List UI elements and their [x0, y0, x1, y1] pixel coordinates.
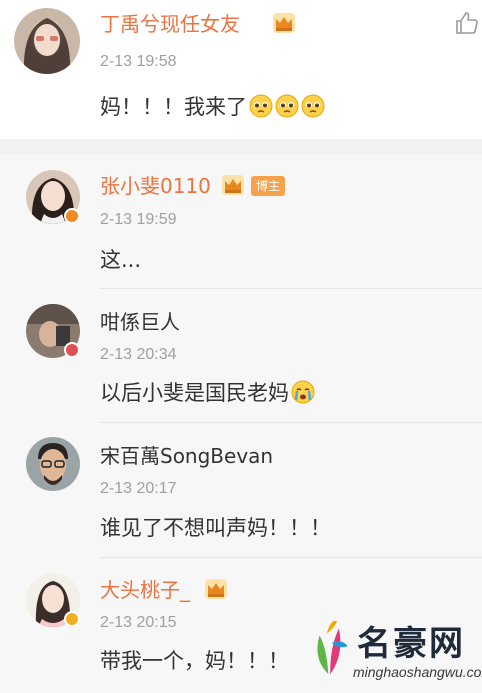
comment-text: 这...	[100, 248, 142, 272]
avatar[interactable]	[14, 8, 80, 74]
leaf-logo-icon	[317, 620, 348, 675]
avatar-image	[14, 8, 80, 74]
pleading-face-emoji	[275, 94, 299, 118]
comment-text: 以后小斐是国民老妈	[100, 380, 315, 406]
site-watermark: 名豪网 minghaoshangwu.com	[305, 612, 482, 690]
timestamp: 2-13 20:15	[100, 614, 177, 631]
avatar-image	[26, 437, 80, 491]
timestamp: 2-13 20:34	[100, 346, 177, 363]
pleading-face-emoji	[301, 94, 325, 118]
crown-icon	[222, 175, 244, 195]
crown-icon	[205, 579, 227, 599]
comment-text: 谁见了不想叫声妈！！！	[100, 516, 331, 540]
username[interactable]: 大头桃子_	[100, 578, 190, 602]
username[interactable]: 宋百萬SongBevan	[100, 444, 273, 468]
comment-text-content: 妈！！！我来了	[100, 95, 247, 119]
verified-badge-icon	[64, 611, 80, 627]
crying-face-emoji	[291, 380, 315, 404]
avatar[interactable]	[26, 437, 80, 491]
username[interactable]: 咁係巨人	[100, 310, 180, 334]
watermark-url: minghaoshangwu.com	[353, 664, 482, 680]
divider	[100, 288, 482, 289]
reply-area-top-border	[0, 139, 482, 155]
username[interactable]: 丁禹兮现任女友	[100, 12, 240, 36]
timestamp: 2-13 19:58	[100, 53, 177, 70]
crown-icon	[273, 13, 295, 33]
divider	[100, 422, 482, 423]
comment-text: 带我一个，妈！！！	[100, 649, 289, 673]
comment-text: 妈！！！我来了	[100, 94, 325, 120]
verified-badge-icon	[64, 208, 80, 224]
timestamp: 2-13 20:17	[100, 480, 177, 497]
thumbs-up-icon[interactable]	[454, 10, 480, 36]
main-comment: 丁禹兮现任女友 2-13 19:58 妈！！！我来了	[0, 0, 482, 139]
timestamp: 2-13 19:59	[100, 211, 177, 228]
username[interactable]: 张小斐0110	[100, 174, 211, 198]
host-badge: 博主	[251, 176, 286, 196]
comment-text-content: 以后小斐是国民老妈	[100, 381, 289, 405]
verified-badge-icon	[64, 342, 80, 358]
watermark-title: 名豪网	[357, 624, 465, 664]
pleading-face-emoji	[249, 94, 273, 118]
divider	[100, 557, 482, 558]
